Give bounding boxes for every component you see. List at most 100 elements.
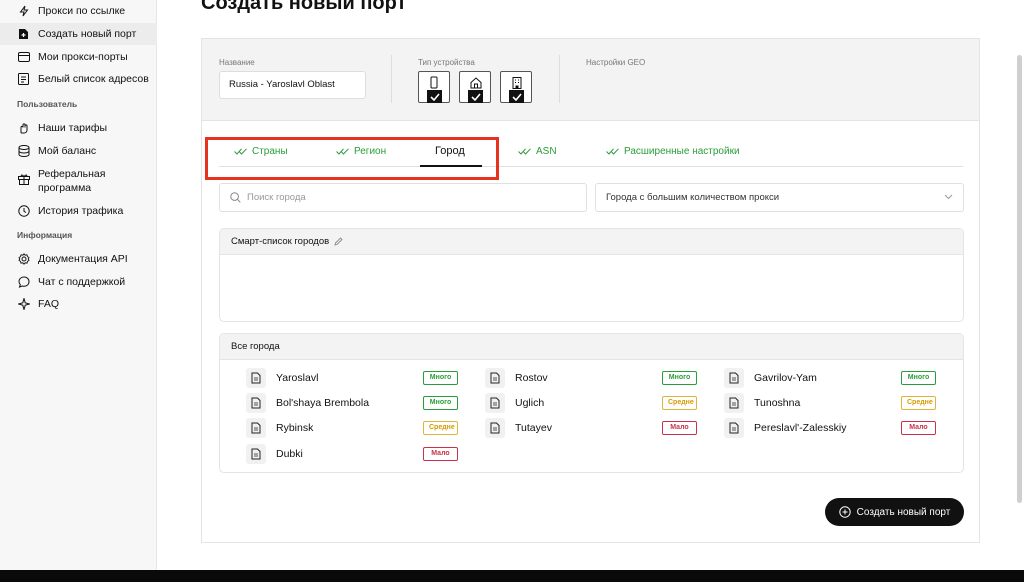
- city-name: Uglich: [515, 397, 545, 409]
- tab-label: ASN: [536, 146, 557, 157]
- device-datacenter-checkbox[interactable]: [500, 71, 532, 103]
- city-name: Dubki: [276, 448, 303, 460]
- sidebar-item-label: Мои прокси-порты: [38, 50, 128, 63]
- city-name: Tutayev: [515, 422, 552, 434]
- sidebar-item-label: Прокси по ссылке: [38, 4, 126, 17]
- device-residential-checkbox[interactable]: [459, 71, 491, 103]
- sidebar-item-referral[interactable]: Реферальная программа: [17, 167, 105, 195]
- file-icon: [246, 368, 266, 388]
- scrollbar[interactable]: [1017, 55, 1022, 503]
- file-icon: [724, 418, 744, 438]
- city-filter-select[interactable]: Города с большим количеством прокси: [595, 183, 964, 212]
- availability-badge: Средне: [901, 396, 936, 410]
- check-icon: [468, 90, 483, 103]
- all-cities-list: Все города Yaroslavl Много Rostov Много …: [219, 333, 964, 473]
- city-name: Rybinsk: [276, 422, 314, 434]
- name-label: Название: [219, 58, 255, 67]
- city-item[interactable]: Yaroslavl: [246, 368, 318, 388]
- availability-badge: Средне: [662, 396, 697, 410]
- city-item[interactable]: Uglich: [485, 393, 544, 413]
- availability-badge: Много: [423, 371, 458, 385]
- card-icon: [17, 50, 30, 63]
- city-item[interactable]: Dubki: [246, 444, 303, 464]
- city-item[interactable]: Rostov: [485, 368, 548, 388]
- sidebar-item-proxy-link[interactable]: Прокси по ссылке: [17, 4, 125, 17]
- sparkle-icon: [17, 297, 30, 310]
- name-input[interactable]: Russia - Yaroslavl Oblast: [219, 71, 366, 99]
- sidebar-item-my-ports[interactable]: Мои прокси-порты: [17, 50, 128, 63]
- availability-badge: Мало: [901, 421, 936, 435]
- smart-list-header: Смарт-список городов: [220, 229, 963, 255]
- plus-circle-icon: [838, 506, 851, 518]
- page-title: Создать новый порт: [201, 0, 407, 14]
- city-item[interactable]: Tunoshna: [724, 393, 800, 413]
- lightning-icon: [17, 4, 30, 17]
- sidebar-item-faq[interactable]: FAQ: [17, 297, 59, 310]
- sidebar-item-label: Белый список адресов: [38, 72, 149, 85]
- sidebar-item-label: Наши тарифы: [38, 121, 108, 134]
- file-icon: [246, 418, 266, 438]
- select-value: Города с большим количеством прокси: [606, 192, 780, 203]
- city-item[interactable]: Pereslavl'-Zalesskiy: [724, 418, 846, 438]
- sidebar-item-label-line2: программа: [38, 182, 92, 194]
- sidebar-item-tariffs[interactable]: Наши тарифы: [17, 121, 107, 134]
- city-item[interactable]: Gavrilov-Yam: [724, 368, 817, 388]
- file-icon: [724, 368, 744, 388]
- availability-badge: Мало: [423, 447, 458, 461]
- geo-settings-label: Настройки GEO: [586, 58, 646, 67]
- sidebar-item-support-chat[interactable]: Чат с поддержкой: [17, 275, 125, 288]
- city-item[interactable]: Bol'shaya Brembola: [246, 393, 369, 413]
- tab-asn[interactable]: ASN: [518, 146, 557, 157]
- file-plus-icon: [17, 27, 30, 40]
- sidebar-item-label: Создать новый порт: [38, 27, 137, 40]
- tab-advanced-settings[interactable]: Расширенные настройки: [606, 146, 740, 157]
- create-port-button[interactable]: Создать новый порт: [825, 498, 964, 526]
- sidebar-item-whitelist[interactable]: Белый список адресов: [17, 72, 149, 85]
- sidebar-item-label: Документация API: [38, 252, 128, 265]
- database-icon: [17, 144, 30, 157]
- pencil-icon[interactable]: [334, 237, 343, 246]
- check-icon: [509, 90, 524, 103]
- city-item[interactable]: Tutayev: [485, 418, 552, 438]
- highlight-box: [205, 137, 499, 180]
- settings-band: Название Russia - Yaroslavl Oblast Тип у…: [202, 39, 979, 121]
- gear-icon: [17, 252, 30, 265]
- sidebar-item-label: История трафика: [38, 204, 124, 217]
- create-port-panel: Название Russia - Yaroslavl Oblast Тип у…: [201, 38, 980, 543]
- file-icon: [485, 418, 505, 438]
- hand-icon: [17, 121, 30, 134]
- double-check-icon: [518, 148, 531, 155]
- city-name: Rostov: [515, 372, 548, 384]
- smart-list-title: Смарт-список городов: [231, 236, 330, 247]
- tab-label: Расширенные настройки: [624, 146, 740, 157]
- check-icon: [427, 90, 442, 103]
- sidebar-item-label: FAQ: [38, 297, 60, 310]
- chevron-down-icon: [944, 194, 953, 200]
- availability-badge: Много: [901, 371, 936, 385]
- city-item[interactable]: Rybinsk: [246, 418, 313, 438]
- sidebar-item-api-docs[interactable]: Документация API: [17, 252, 128, 265]
- section-info: Информация: [17, 230, 73, 240]
- sidebar-item-traffic-history[interactable]: История трафика: [17, 204, 123, 217]
- clock-icon: [17, 204, 30, 217]
- availability-badge: Много: [662, 371, 697, 385]
- sidebar-item-label: Чат с поддержкой: [38, 275, 126, 288]
- file-icon: [246, 444, 266, 464]
- gift-icon: [17, 172, 30, 185]
- sidebar-item-label: Реферальная: [38, 168, 106, 180]
- list-icon: [17, 72, 30, 85]
- file-icon: [485, 393, 505, 413]
- city-search-input[interactable]: Поиск города: [219, 183, 587, 212]
- city-name: Tunoshna: [754, 397, 801, 409]
- sidebar-item-create-port[interactable]: Создать новый порт: [17, 27, 136, 40]
- sidebar-item-balance[interactable]: Мой баланс: [17, 144, 96, 157]
- chat-icon: [17, 275, 30, 288]
- device-mobile-checkbox[interactable]: [418, 71, 450, 103]
- section-user: Пользователь: [17, 99, 78, 109]
- city-name: Pereslavl'-Zalesskiy: [754, 422, 847, 434]
- city-name: Gavrilov-Yam: [754, 372, 817, 384]
- create-button-label: Создать новый порт: [856, 506, 951, 518]
- city-name: Bol'shaya Brembola: [276, 397, 370, 409]
- divider: [391, 55, 392, 103]
- search-icon: [230, 192, 241, 203]
